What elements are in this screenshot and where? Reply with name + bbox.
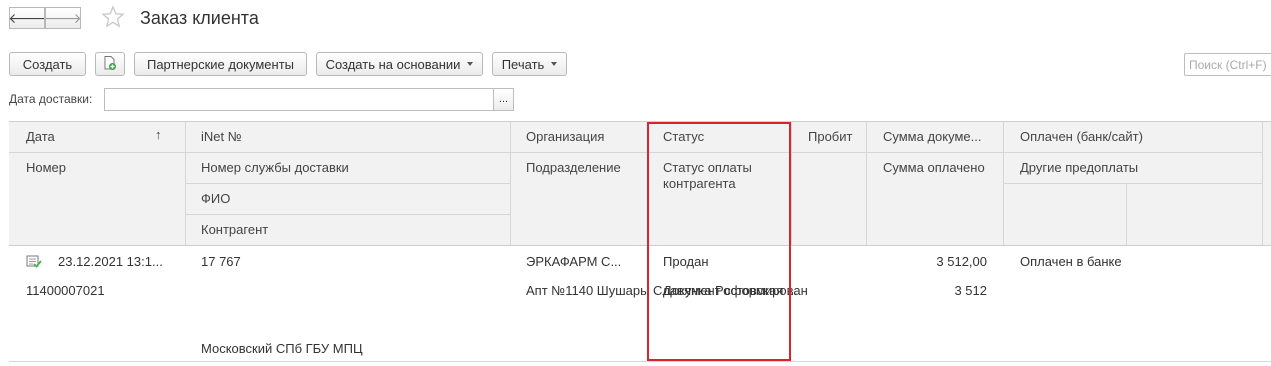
print-label: Печать [501,56,545,72]
back-button[interactable]: 🡐 [8,7,46,29]
column-header-paid-sum[interactable]: Сумма оплачено [883,160,985,175]
document-add-icon [102,55,118,74]
page-title: Заказ клиента [140,8,259,28]
arrow-right-icon: 🡒 [44,9,82,26]
delivery-date-select-button[interactable]: ... [493,88,514,111]
table-row[interactable]: 23.12.2021 13:1... 11400007021 17 767 Мо… [9,246,1271,362]
column-header-fio[interactable]: ФИО [201,191,230,206]
row-paid-sum: 3 512 [954,283,987,298]
copy-document-button[interactable] [95,52,125,76]
row-subdivision: Апт №1140 Шушары Славянка Ростовская ... [526,283,798,298]
column-header-probit[interactable]: Пробит [808,129,852,144]
column-header-organization[interactable]: Организация [526,129,604,144]
favorite-star-icon[interactable] [101,5,125,32]
row-inet-no: 17 767 [201,254,241,269]
column-header-delivery-service-no[interactable]: Номер службы доставки [201,160,349,175]
document-posted-icon [26,255,42,272]
create-based-on-label: Создать на основании [325,56,461,72]
column-header-other-prepayments[interactable]: Другие предоплаты [1020,160,1138,175]
status-column-highlight [647,122,791,361]
column-header-paid-bank-site[interactable]: Оплачен (банк/сайт) [1020,129,1143,144]
row-number: 11400007021 [26,283,105,298]
column-header-subdivision[interactable]: Подразделение [526,160,621,175]
row-paid-bank-site: Оплачен в банке [1020,254,1122,269]
column-header-inet-no[interactable]: iNet № [201,129,242,144]
forward-button[interactable]: 🡒 [44,7,82,29]
create-button[interactable]: Создать [9,52,86,76]
delivery-date-field[interactable] [104,88,494,111]
orders-table: Дата ↑ Номер iNet № Номер службы доставк… [9,121,1271,366]
row-doc-sum: 3 512,00 [936,254,987,269]
row-date: 23.12.2021 13:1... [58,254,163,269]
row-organization: ЭРКАФАРМ С... [526,254,622,269]
print-dropdown[interactable]: Печать [492,52,567,76]
column-header-doc-sum[interactable]: Сумма докуме... [883,129,981,144]
sort-ascending-icon: ↑ [155,127,162,142]
row-counterparty: Московский СПб ГБУ МПЦ [201,341,363,356]
search-input[interactable] [1184,53,1271,76]
column-header-date[interactable]: Дата [26,129,55,144]
column-header-counterparty[interactable]: Контрагент [201,222,268,237]
partner-documents-button[interactable]: Партнерские документы [134,52,307,76]
create-based-on-dropdown[interactable]: Создать на основании [316,52,483,76]
arrow-left-icon: 🡐 [8,9,46,26]
column-header-number[interactable]: Номер [26,160,66,175]
delivery-date-label: Дата доставки: [9,92,93,106]
